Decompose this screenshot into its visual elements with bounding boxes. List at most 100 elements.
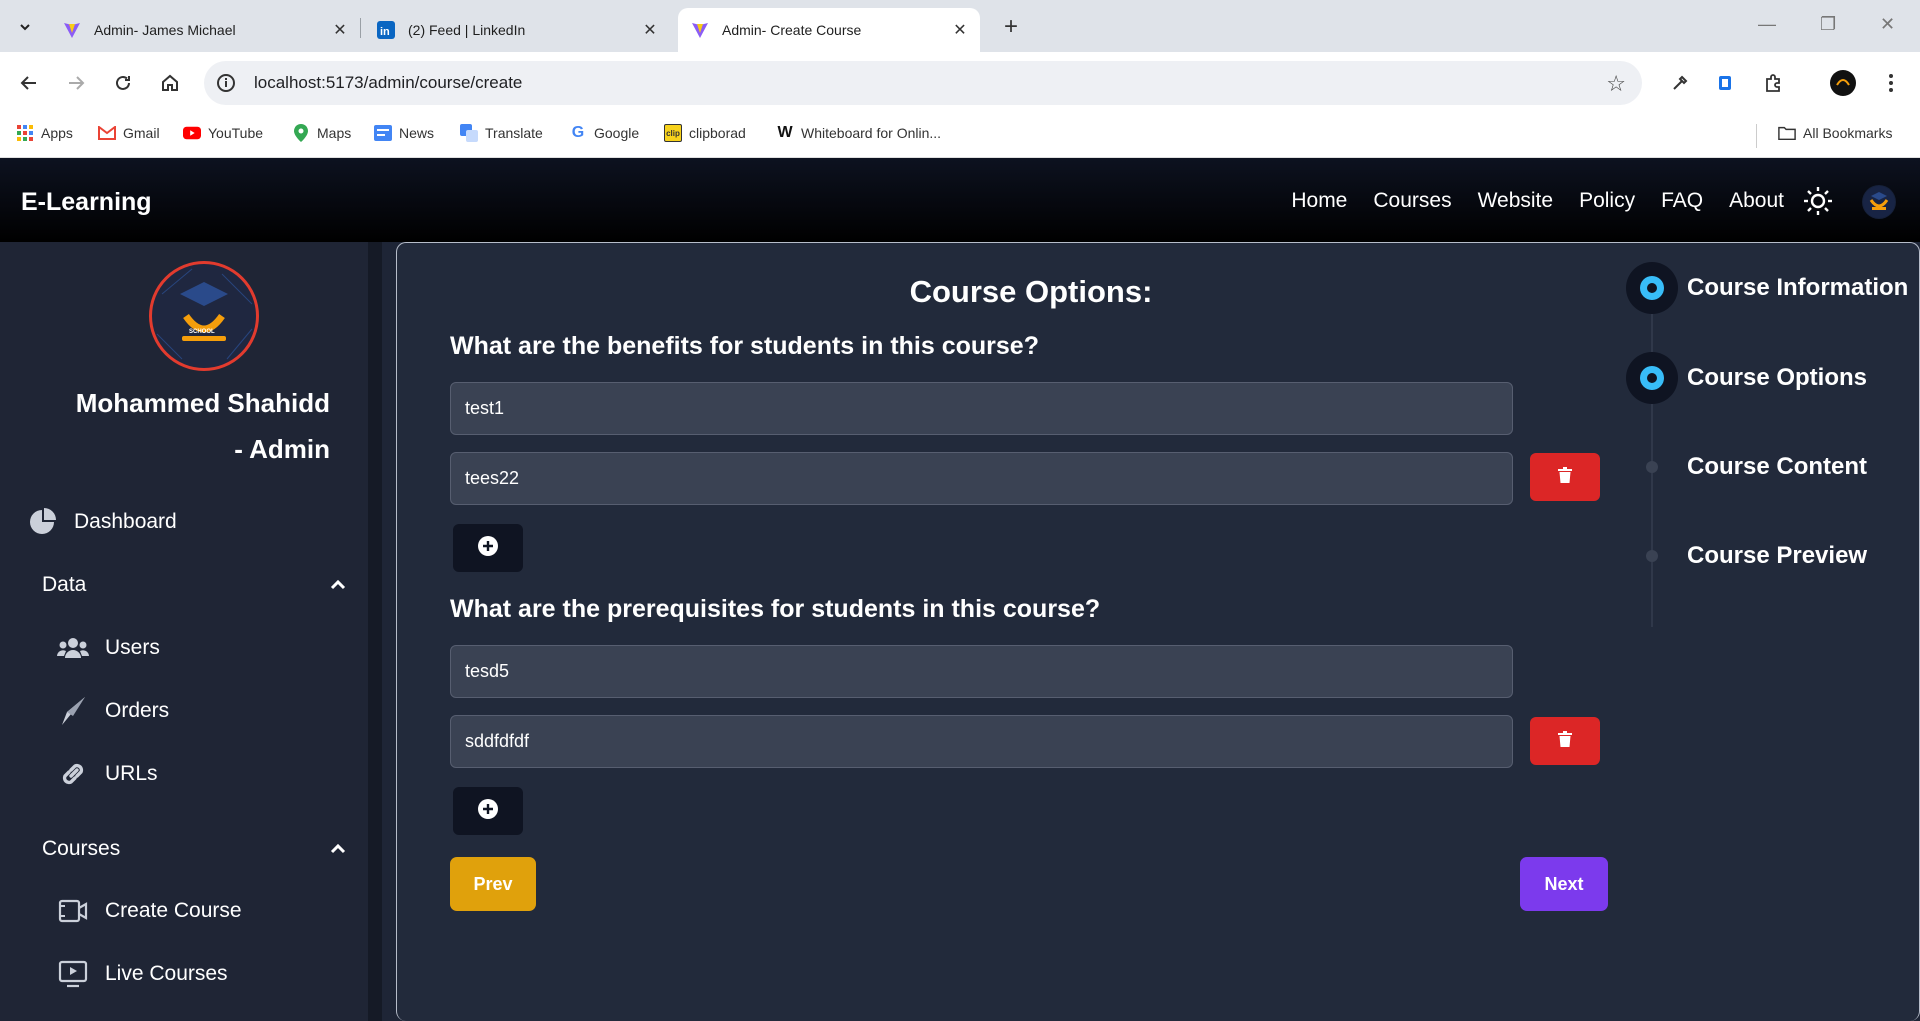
nav-website[interactable]: Website — [1478, 189, 1553, 213]
sidebar-item-live-courses[interactable]: Live Courses — [57, 958, 228, 990]
clipboard-icon: clip — [664, 124, 682, 142]
brand-logo-text[interactable]: E-Learning — [21, 188, 152, 217]
bookmark-label: Whiteboard for Onlin... — [801, 125, 942, 141]
trash-icon — [1558, 730, 1572, 752]
sidebar-item-label: Create Course — [105, 899, 242, 922]
tab-search-chevron-icon[interactable] — [10, 12, 40, 42]
bookmark-youtube[interactable]: YouTube — [183, 124, 263, 142]
step-course-options[interactable]: Course Options — [1626, 352, 1867, 404]
sidebar-item-dashboard[interactable]: Dashboard — [26, 506, 177, 538]
plus-circle-icon — [477, 798, 499, 825]
sidebar-item-create-course[interactable]: Create Course — [57, 895, 242, 927]
pie-chart-icon — [26, 506, 58, 538]
bookmark-news[interactable]: News — [374, 124, 434, 142]
prerequisites-question: What are the prerequisites for students … — [450, 595, 1101, 623]
add-benefit-button[interactable] — [453, 524, 523, 572]
youtube-icon — [183, 124, 201, 142]
admin-sidebar: SCHOOL Mohammed Shahidd - Admin Dashboar… — [0, 242, 382, 1021]
nav-policy[interactable]: Policy — [1579, 189, 1635, 213]
add-prerequisite-button[interactable] — [453, 787, 523, 835]
browser-tab[interactable]: Admin- James Michael ✕ — [62, 8, 350, 52]
browser-menu-icon[interactable] — [1876, 68, 1906, 98]
close-tab-icon[interactable]: ✕ — [950, 20, 970, 40]
home-icon[interactable] — [155, 68, 185, 98]
chevron-up-icon[interactable] — [328, 839, 348, 864]
bookmark-label: Translate — [485, 125, 543, 141]
bookmark-google[interactable]: G Google — [569, 124, 639, 142]
browser-tab-active[interactable]: Admin- Create Course ✕ — [678, 8, 980, 52]
bookmark-label: Google — [594, 125, 640, 141]
prerequisite-input[interactable] — [450, 715, 1513, 768]
bookmark-apps[interactable]: Apps — [16, 124, 73, 142]
delete-prerequisite-button[interactable] — [1530, 717, 1600, 765]
vite-logo-icon — [62, 20, 82, 40]
bookmarks-bar: Apps Gmail YouTube Maps News Translate G… — [0, 114, 1920, 158]
reload-icon[interactable] — [108, 68, 138, 98]
admin-role: - Admin — [234, 434, 330, 464]
address-toolbar: localhost:5173/admin/course/create ☆ — [0, 52, 1920, 114]
extensions-puzzle-icon[interactable] — [1758, 68, 1788, 98]
whiteboard-icon: W — [777, 124, 793, 141]
site-info-icon[interactable] — [216, 73, 236, 93]
close-tab-icon[interactable]: ✕ — [330, 20, 350, 40]
chevron-up-icon[interactable] — [328, 575, 348, 600]
folder-icon — [1778, 124, 1796, 142]
nav-about[interactable]: About — [1729, 189, 1784, 213]
bookmark-star-icon[interactable]: ☆ — [1606, 71, 1626, 97]
all-bookmarks[interactable]: All Bookmarks — [1778, 124, 1892, 142]
trash-icon — [1558, 466, 1572, 488]
browser-tab-bar: Admin- James Michael ✕ in (2) Feed | Lin… — [0, 0, 1920, 52]
bookmark-translate[interactable]: Translate — [460, 124, 543, 142]
browser-tab[interactable]: in (2) Feed | LinkedIn ✕ — [376, 8, 660, 52]
sidebar-item-orders[interactable]: Orders — [57, 695, 169, 727]
step-course-content[interactable]: Course Content — [1626, 441, 1867, 493]
app-header: E-Learning Home Courses Website Policy F… — [0, 158, 1920, 242]
omnibox[interactable]: localhost:5173/admin/course/create ☆ — [204, 61, 1642, 105]
sidebar-item-urls[interactable]: URLs — [57, 758, 158, 790]
sidebar-item-label: Users — [105, 636, 160, 659]
top-nav: Home Courses Website Policy FAQ About — [1291, 189, 1784, 213]
step-course-preview[interactable]: Course Preview — [1626, 530, 1867, 582]
benefit-input[interactable] — [450, 452, 1513, 505]
tab-title: (2) Feed | LinkedIn — [408, 22, 526, 38]
bookmark-gmail[interactable]: Gmail — [98, 124, 160, 142]
forward-arrow-icon[interactable] — [61, 68, 91, 98]
header-user-avatar[interactable] — [1862, 185, 1896, 219]
theme-toggle-sun-icon[interactable] — [1803, 186, 1833, 221]
monitor-play-icon — [57, 958, 89, 990]
step-label: Course Options — [1687, 364, 1868, 391]
bookmark-label: Maps — [317, 125, 352, 141]
gmail-icon — [98, 124, 116, 142]
vite-logo-icon — [690, 20, 710, 40]
bookmark-clipboard[interactable]: clip clipborad — [664, 124, 746, 142]
profile-avatar-icon[interactable] — [1828, 68, 1858, 98]
extension-icon[interactable] — [1710, 68, 1740, 98]
close-window-icon[interactable]: ✕ — [1880, 14, 1895, 35]
bookmark-whiteboard[interactable]: W Whiteboard for Onlin... — [776, 124, 941, 142]
new-tab-plus-icon[interactable]: + — [996, 12, 1026, 42]
eyedropper-extension-icon[interactable] — [1665, 68, 1695, 98]
sidebar-group-courses[interactable]: Courses — [42, 837, 120, 861]
minimize-icon[interactable]: — — [1758, 14, 1776, 35]
step-label: Course Information — [1687, 274, 1909, 301]
sidebar-item-users[interactable]: Users — [57, 632, 160, 664]
bookmark-maps[interactable]: Maps — [292, 124, 351, 142]
nav-home[interactable]: Home — [1291, 189, 1347, 213]
next-button[interactable]: Next — [1520, 857, 1608, 911]
restore-icon[interactable]: ❐ — [1820, 14, 1836, 35]
prerequisite-input[interactable] — [450, 645, 1513, 698]
step-course-information[interactable]: Course Information — [1626, 262, 1908, 314]
admin-avatar: SCHOOL — [149, 261, 259, 371]
sidebar-group-data[interactable]: Data — [42, 573, 86, 597]
prev-button[interactable]: Prev — [450, 857, 536, 911]
nav-faq[interactable]: FAQ — [1661, 189, 1703, 213]
delete-benefit-button[interactable] — [1530, 453, 1600, 501]
back-arrow-icon[interactable] — [14, 68, 44, 98]
nav-courses[interactable]: Courses — [1373, 189, 1451, 213]
url-text[interactable]: localhost:5173/admin/course/create — [254, 73, 522, 93]
benefit-input[interactable] — [450, 382, 1513, 435]
svg-text:SCHOOL: SCHOOL — [189, 329, 215, 335]
svg-text:in: in — [380, 26, 390, 38]
close-tab-icon[interactable]: ✕ — [640, 20, 660, 40]
plus-circle-icon — [477, 535, 499, 562]
